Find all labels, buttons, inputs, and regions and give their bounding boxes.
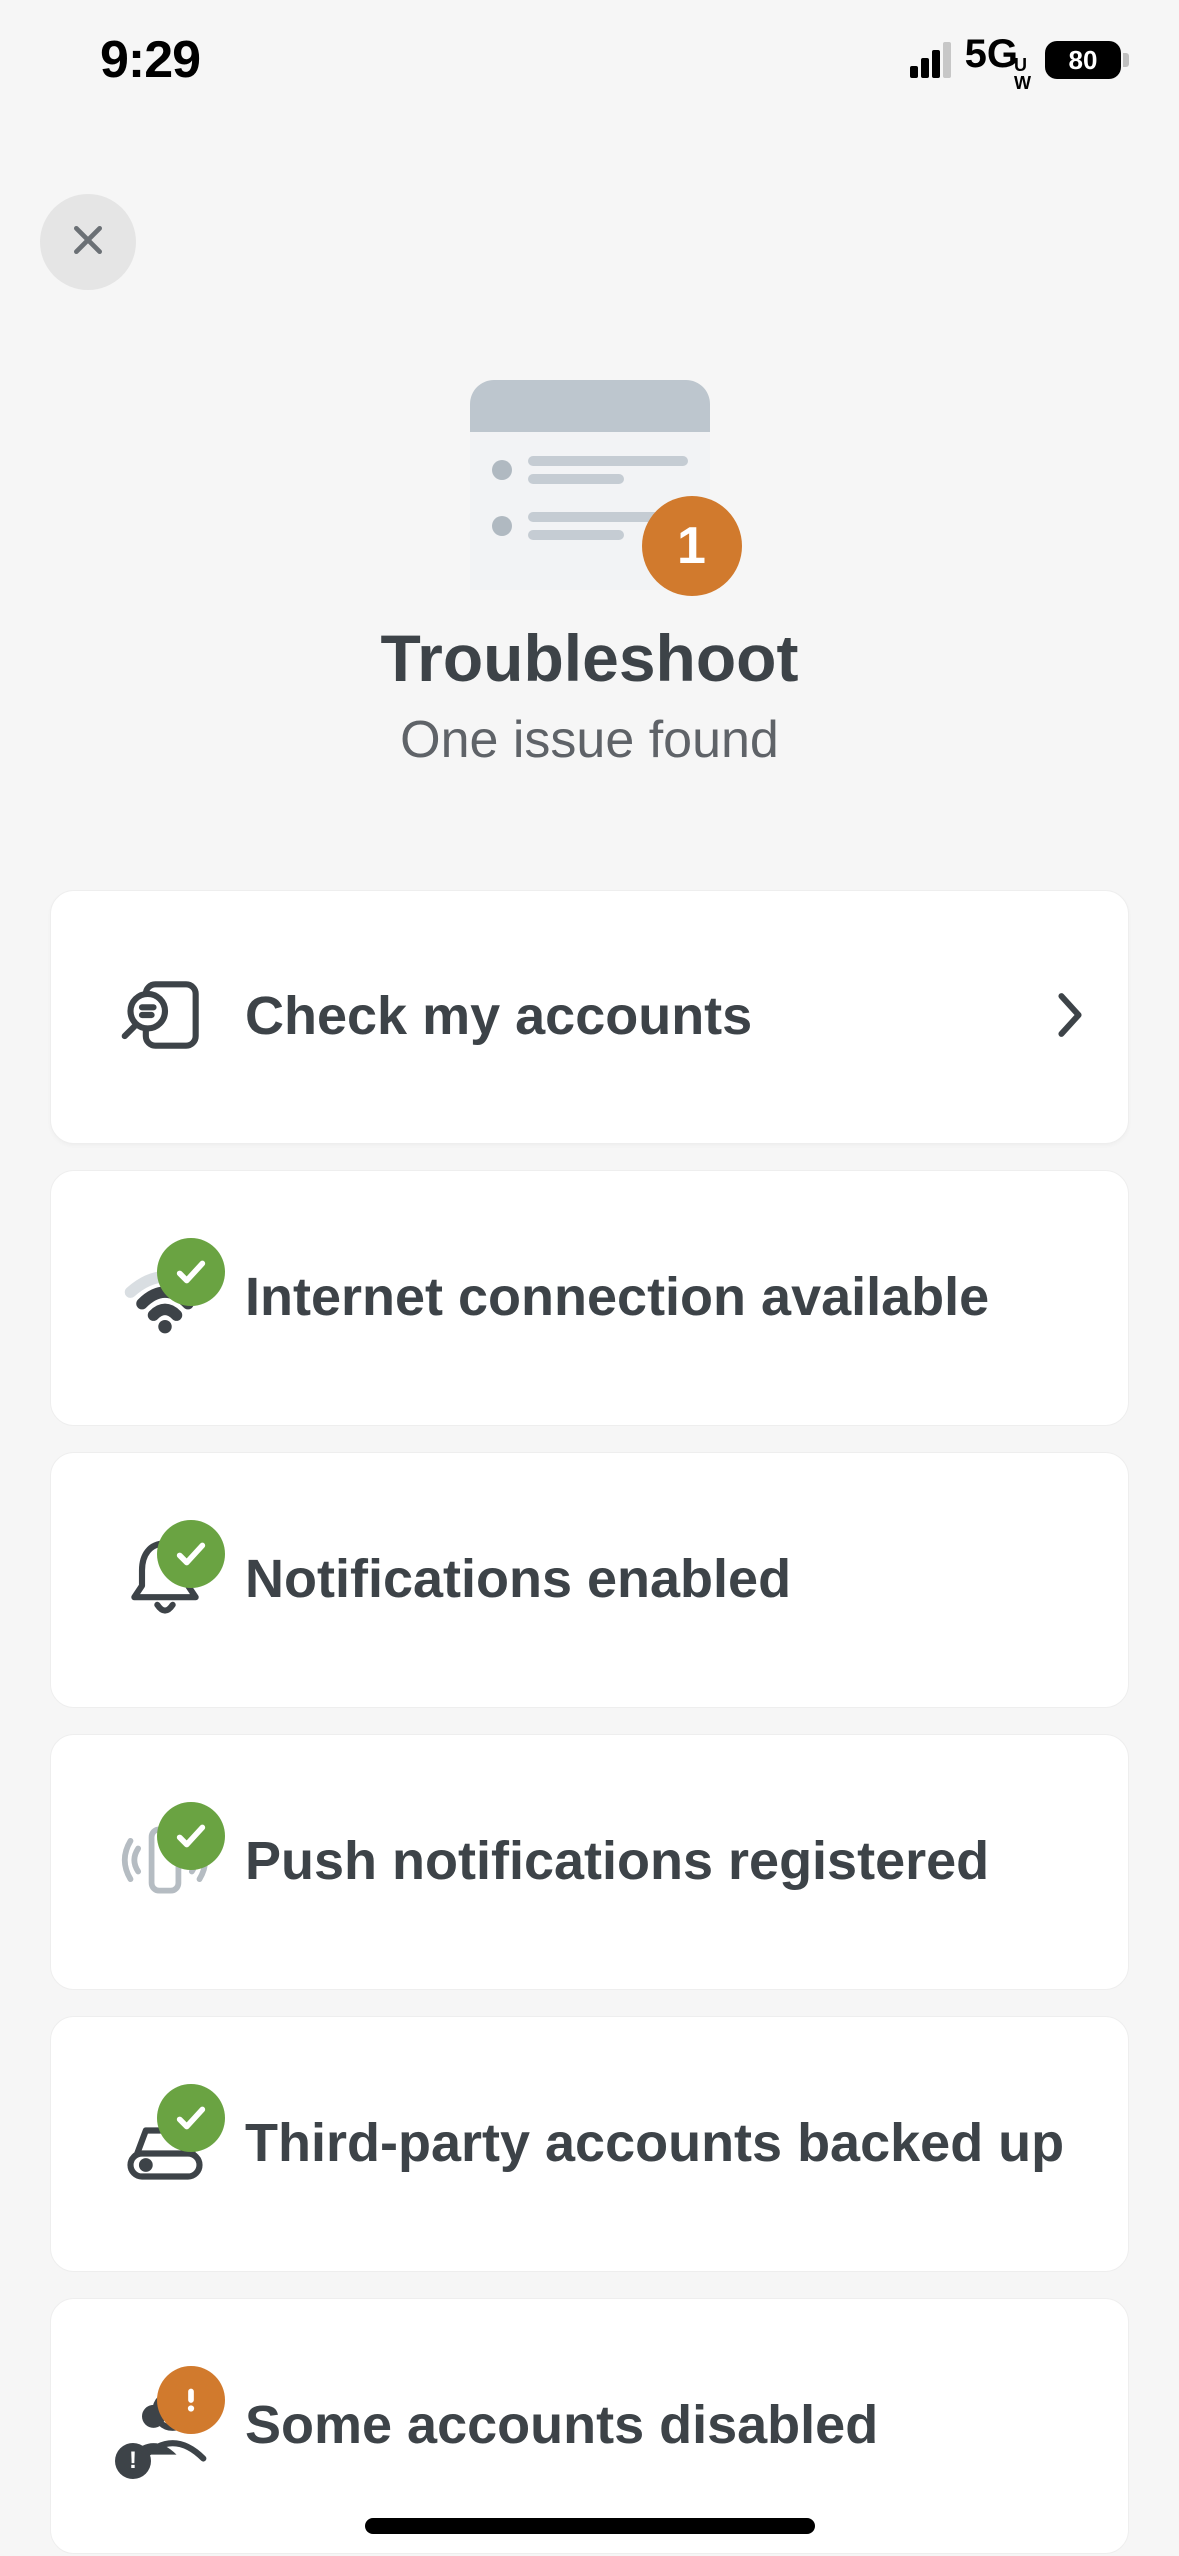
status-indicators: 5GUW 80 — [910, 32, 1129, 88]
hero-illustration: 1 — [470, 380, 710, 590]
battery-icon: 80 — [1045, 41, 1129, 79]
item-check-accounts[interactable]: Check my accounts — [50, 890, 1129, 1144]
status-bar: 9:29 5GUW 80 — [0, 0, 1179, 120]
network-label: 5GUW — [965, 32, 1031, 88]
item-label: Notifications enabled — [245, 1547, 1084, 1613]
item-accounts-disabled[interactable]: ! Some accounts disabled — [50, 2298, 1129, 2554]
issue-count-badge: 1 — [642, 496, 742, 596]
page-subtitle: One issue found — [400, 710, 779, 770]
status-time: 9:29 — [100, 30, 200, 90]
check-badge-icon — [157, 1802, 225, 1870]
item-label: Third-party accounts backed up — [245, 2111, 1084, 2177]
check-badge-icon — [157, 1520, 225, 1588]
close-icon — [68, 220, 108, 265]
warning-badge-icon — [157, 2366, 225, 2434]
item-push-notifications[interactable]: Push notifications registered — [50, 1734, 1129, 1990]
home-indicator[interactable] — [365, 2518, 815, 2534]
item-label: Some accounts disabled — [245, 2393, 1084, 2459]
item-label: Check my accounts — [245, 984, 1056, 1050]
chevron-right-icon — [1056, 991, 1084, 1044]
check-badge-icon — [157, 1238, 225, 1306]
check-badge-icon — [157, 2084, 225, 2152]
item-label: Internet connection available — [245, 1265, 1084, 1331]
item-label: Push notifications registered — [245, 1829, 1084, 1895]
accounts-search-icon — [119, 969, 211, 1066]
item-third-party[interactable]: Third-party accounts backed up — [50, 2016, 1129, 2272]
close-button[interactable] — [40, 194, 136, 290]
page-title: Troubleshoot — [381, 620, 799, 696]
hero-section: 1 Troubleshoot One issue found — [0, 380, 1179, 770]
item-notifications[interactable]: Notifications enabled — [50, 1452, 1129, 1708]
item-internet[interactable]: Internet connection available — [50, 1170, 1129, 1426]
alert-sub-icon: ! — [115, 2443, 151, 2479]
troubleshoot-list: Check my accounts Internet connection av… — [0, 890, 1179, 2554]
cellular-signal-icon — [910, 42, 951, 78]
